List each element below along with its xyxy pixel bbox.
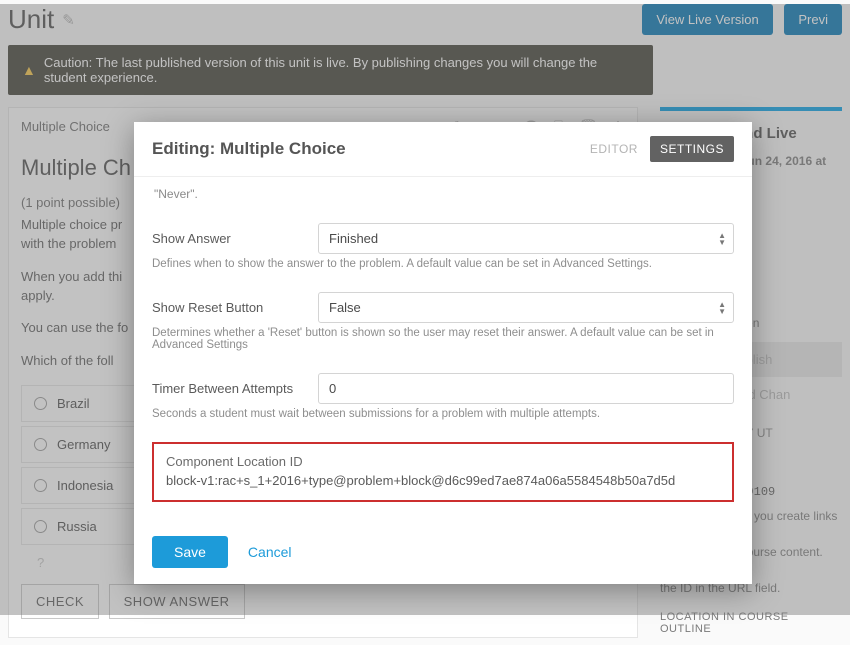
component-location-label: Component Location ID [166, 454, 720, 469]
show-reset-help: Determines whether a 'Reset' button is s… [152, 327, 734, 351]
show-reset-select[interactable]: False [318, 292, 734, 323]
component-location-id: block-v1:rac+s_1+2016+type@problem+block… [166, 473, 720, 488]
timer-input[interactable] [318, 373, 734, 404]
timer-label: Timer Between Attempts [152, 381, 302, 396]
timer-help: Seconds a student must wait between subm… [152, 408, 734, 420]
component-location-box: Component Location ID block-v1:rac+s_1+2… [152, 442, 734, 502]
prev-help-fragment: "Never". [154, 187, 734, 201]
show-reset-label: Show Reset Button [152, 300, 302, 315]
cancel-button[interactable]: Cancel [248, 544, 292, 560]
show-answer-select[interactable]: Finished [318, 223, 734, 254]
tab-editor[interactable]: EDITOR [590, 142, 638, 156]
modal-title: Editing: Multiple Choice [152, 139, 346, 159]
show-answer-label: Show Answer [152, 231, 302, 246]
tab-settings[interactable]: SETTINGS [650, 136, 734, 162]
show-answer-help: Defines when to show the answer to the p… [152, 258, 734, 270]
save-button[interactable]: Save [152, 536, 228, 568]
settings-modal: Editing: Multiple Choice EDITOR SETTINGS… [134, 122, 752, 584]
